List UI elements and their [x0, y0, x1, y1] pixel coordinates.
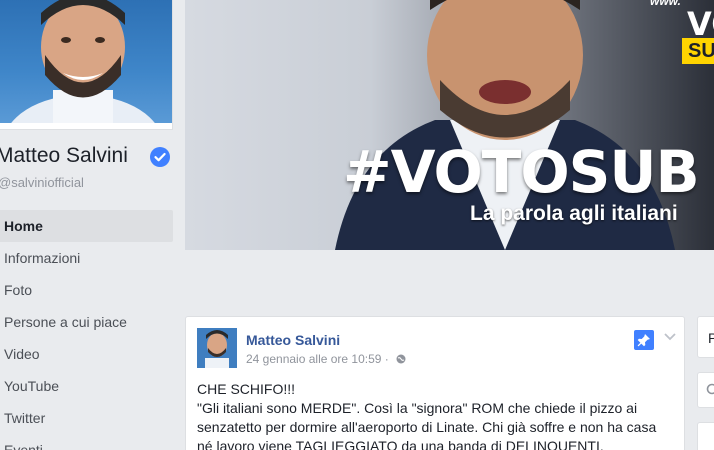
pinned-post: Matteo Salvini 24 gennaio alle ore 10:59… — [185, 316, 685, 450]
right-column-card[interactable] — [697, 422, 714, 450]
post-line: né lavoro viene TAGLIEGGIATO da una band… — [197, 438, 604, 450]
post-author-name[interactable]: Matteo Salvini — [246, 332, 340, 348]
nav-item-home[interactable]: Home — [0, 210, 173, 242]
cover-tagline: La parola agli italiani — [470, 202, 678, 225]
cover-headline: #VOTOSUB — [343, 138, 700, 206]
nav-item-persone-a-cui-piace[interactable]: Persone a cui piace — [0, 306, 173, 338]
chevron-down-icon — [664, 333, 676, 341]
nav-item-eventi[interactable]: Eventi — [0, 434, 173, 450]
post-text: CHE SCHIFO!!! "Gli italiani sono MERDE".… — [197, 380, 677, 450]
right-card-label: P — [708, 330, 714, 346]
nav-item-informazioni[interactable]: Informazioni — [0, 242, 173, 274]
avatar-illustration — [197, 328, 237, 368]
nav-item-video[interactable]: Video — [0, 338, 173, 370]
cover-photo[interactable]: www. VO SU #VOTOSUB La parola agli itali… — [185, 0, 714, 250]
cover-corner-badge: SU — [682, 38, 714, 64]
post-options-button[interactable] — [662, 330, 678, 344]
pin-icon — [637, 334, 650, 347]
search-icon — [706, 383, 714, 395]
post-line: CHE SCHIFO!!! — [197, 381, 296, 397]
post-author-avatar[interactable] — [197, 328, 237, 368]
right-column-card[interactable]: P — [697, 316, 714, 358]
cover-corner-url: www. — [650, 0, 681, 8]
right-column-search-card[interactable] — [697, 372, 714, 408]
left-nav: Home Informazioni Foto Persone a cui pia… — [0, 210, 173, 450]
pinned-post-button[interactable] — [634, 330, 654, 350]
post-line: "Gli italiani sono MERDE". Così la "sign… — [197, 400, 638, 416]
page-handle[interactable]: @salviniofficial — [0, 175, 84, 190]
verified-badge-icon — [150, 147, 170, 167]
profile-photo-illustration — [11, 0, 155, 123]
globe-icon[interactable] — [396, 354, 406, 364]
nav-item-twitter[interactable]: Twitter — [0, 402, 173, 434]
post-timestamp[interactable]: 24 gennaio alle ore 10:59 · — [246, 352, 389, 366]
post-line: senzatetto per dormire all'aeroporto di … — [197, 419, 657, 435]
nav-item-foto[interactable]: Foto — [0, 274, 173, 306]
profile-picture[interactable] — [0, 0, 172, 123]
post-meta: 24 gennaio alle ore 10:59 · — [246, 352, 406, 366]
profile-picture-frame[interactable] — [0, 0, 173, 130]
page-title[interactable]: Matteo Salvini — [0, 144, 128, 168]
facebook-page: Matteo Salvini @salviniofficial Home Inf… — [0, 0, 714, 450]
nav-item-youtube[interactable]: YouTube — [0, 370, 173, 402]
